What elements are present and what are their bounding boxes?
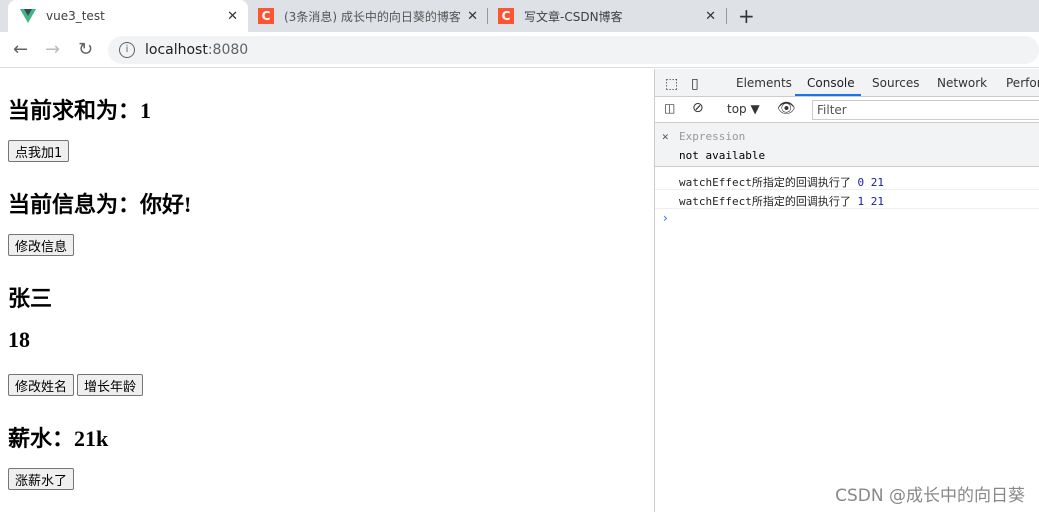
device-toggle-icon[interactable]: ▯: [691, 76, 699, 92]
csdn-icon: C: [258, 8, 274, 24]
csdn-icon: C: [498, 8, 514, 24]
tab-csdn-blog[interactable]: C (3条消息) 成长中的向日葵的博客 ✕: [252, 0, 488, 32]
raise-salary-button[interactable]: 涨薪水了: [8, 468, 75, 490]
reload-icon[interactable]: ↻: [78, 39, 93, 60]
info-icon[interactable]: i: [119, 42, 135, 58]
console-log-row: watchEffect所指定的回调执行了 0 21: [655, 171, 1039, 190]
add-one-button[interactable]: 点我加1: [8, 140, 70, 162]
edit-name-button[interactable]: 修改姓名: [8, 374, 75, 396]
context-select[interactable]: top ▼: [727, 102, 760, 116]
tab-csdn-write[interactable]: C 写文章-CSDN博客 ✕: [492, 0, 726, 32]
new-tab-icon[interactable]: +: [738, 4, 755, 28]
msg-heading: 当前信息为：你好!: [8, 192, 192, 217]
forward-icon[interactable]: →: [45, 39, 60, 60]
watermark: CSDN @成长中的向日葵: [835, 486, 1025, 506]
filter-input[interactable]: Filter: [812, 100, 1039, 120]
browser-toolbar: ← → ↻ i localhost:8080: [0, 32, 1039, 68]
sidebar-toggle-icon[interactable]: ◫: [664, 101, 675, 115]
console-prompt[interactable]: ›: [655, 209, 1039, 225]
age-heading: 18: [8, 327, 30, 352]
close-icon[interactable]: ✕: [467, 9, 478, 24]
close-icon[interactable]: ✕: [227, 9, 238, 24]
devtools-panel: ⬚ ▯ Elements Console Sources Network Per…: [654, 69, 1039, 512]
tab-elements[interactable]: Elements: [736, 76, 792, 90]
address-bar[interactable]: i localhost:8080: [108, 36, 1039, 64]
clear-console-icon[interactable]: ⊘: [692, 100, 704, 116]
tab-performance[interactable]: Perfor: [1006, 76, 1039, 90]
inspect-icon[interactable]: ⬚: [665, 76, 678, 92]
tab-separator: [726, 8, 727, 24]
vue-logo-icon: [20, 8, 36, 24]
close-icon[interactable]: ✕: [705, 9, 716, 24]
tab-console[interactable]: Console: [807, 76, 855, 90]
tab-vue3-test[interactable]: vue3_test ✕: [8, 0, 248, 32]
active-tab-indicator: [795, 94, 861, 96]
page-content: 当前求和为：1 点我加1 当前信息为：你好! 修改信息 张三 18 修改姓名 增…: [0, 69, 654, 512]
close-icon[interactable]: ✕: [662, 130, 669, 143]
console-log-row: watchEffect所指定的回调执行了 1 21: [655, 190, 1039, 209]
salary-heading: 薪水：21k: [8, 426, 109, 451]
tab-network[interactable]: Network: [937, 76, 987, 90]
console-toolbar: ◫ ⊘ top ▼ 👁 Filter: [655, 97, 1039, 123]
tab-sources[interactable]: Sources: [872, 76, 919, 90]
tab-separator: [487, 8, 488, 24]
increase-age-button[interactable]: 增长年龄: [77, 374, 144, 396]
devtools-tabs: ⬚ ▯ Elements Console Sources Network Per…: [655, 69, 1039, 97]
sum-heading: 当前求和为：1: [8, 98, 152, 123]
back-icon[interactable]: ←: [13, 39, 28, 60]
name-heading: 张三: [8, 286, 53, 311]
edit-msg-button[interactable]: 修改信息: [8, 234, 75, 256]
tab-bar: vue3_test ✕ C (3条消息) 成长中的向日葵的博客 ✕ C 写文章-…: [0, 0, 1039, 32]
eye-icon[interactable]: 👁: [777, 99, 796, 117]
live-expression: ✕ Expression not available: [655, 123, 1039, 167]
